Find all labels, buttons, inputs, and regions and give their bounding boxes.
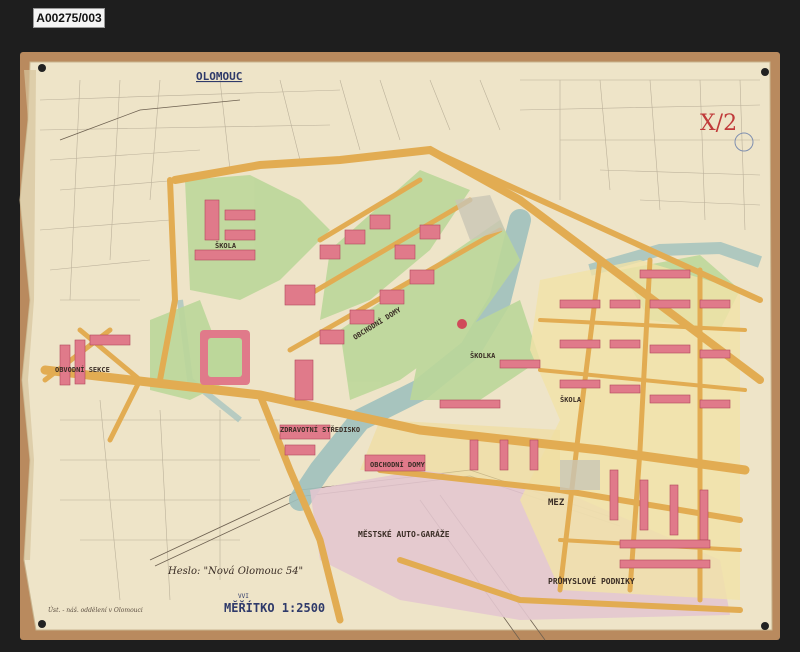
- label-industrial-plants: PRŮMYSLOVÉ PODNIKY: [548, 575, 635, 586]
- label-city-garages: MĚSTSKÉ AUTO-GARÁŽE: [358, 528, 450, 539]
- sheet-mark: X/2: [700, 111, 737, 136]
- pin-top-left: [38, 64, 46, 72]
- scale-label: MĚŘÍTKO 1:2500: [224, 600, 325, 615]
- label-shops-2: OBCHODNÍ DOMY: [370, 460, 426, 469]
- monument-dot: [457, 319, 467, 329]
- label-district-section: OBVODNÍ SEKCE: [55, 365, 110, 374]
- label-kindergarten: ŠKOLKA: [470, 351, 496, 360]
- label-boundary: MEZ: [548, 498, 565, 508]
- label-school-1: ŠKOLA: [215, 241, 237, 250]
- label-school-2: ŠKOLA: [560, 395, 582, 404]
- pin-bottom-left: [38, 620, 46, 628]
- competition-motto: Heslo: "Nová Olomouc 54": [167, 566, 303, 577]
- stadium: [200, 330, 250, 385]
- label-health-centre: ZDRAVOTNÍ STŘEDISKO: [280, 425, 360, 434]
- pin-top-right: [761, 68, 769, 76]
- pin-bottom-right: [761, 622, 769, 630]
- map-sheet: ŠKOLA ŠKOLA ZDRAVOTNÍ STŘEDISKO OBCHODNÍ…: [19, 61, 773, 641]
- map-viewer: A00275/003 ŠKOLA ŠKOLA ZDRAVOTNÍ STŘEDIS…: [0, 0, 800, 652]
- map-city-title: OLOMOUC: [196, 70, 242, 83]
- scale-prefix: VVI: [238, 593, 249, 600]
- office-note: Úst. - náš. oddělení v Olomouci: [48, 606, 143, 614]
